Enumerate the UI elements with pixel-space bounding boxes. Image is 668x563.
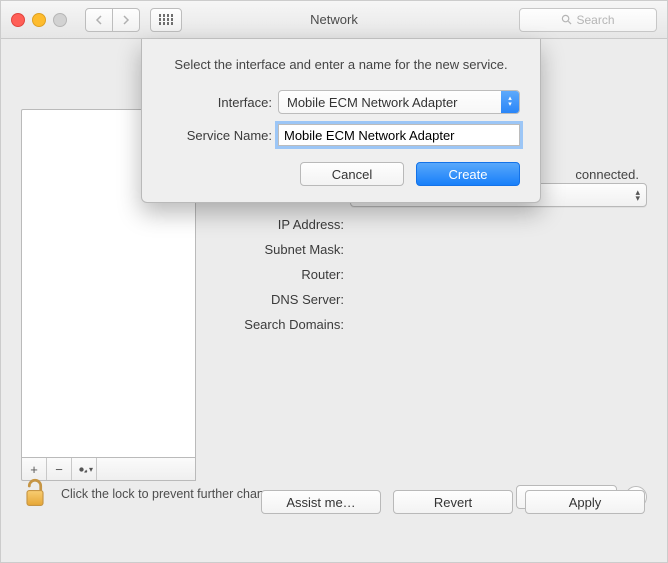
create-button[interactable]: Create (416, 162, 520, 186)
chevron-down-icon: ▾ (89, 465, 93, 474)
add-service-button[interactable]: + (22, 458, 47, 480)
search-icon (561, 14, 572, 25)
nav-buttons (85, 8, 140, 32)
chevron-right-icon (122, 15, 130, 25)
gear-icon (75, 463, 88, 476)
zoom-window-icon (53, 13, 67, 27)
interface-label: Interface: (162, 95, 278, 110)
remove-service-button[interactable]: − (47, 458, 72, 480)
grid-icon (159, 14, 174, 25)
titlebar: Network Search (1, 1, 667, 39)
router-label: Router: (214, 267, 350, 282)
new-service-sheet: Select the interface and enter a name fo… (141, 39, 541, 203)
subnet-mask-label: Subnet Mask: (214, 242, 350, 257)
forward-button[interactable] (113, 8, 140, 32)
lock-icon[interactable] (21, 478, 49, 510)
cancel-button[interactable]: Cancel (300, 162, 404, 186)
sheet-buttons: Cancel Create (162, 162, 520, 186)
window-action-buttons: Assist me… Revert Apply (261, 490, 645, 514)
lock-message: Click the lock to prevent further change… (61, 487, 288, 501)
search-placeholder: Search (576, 13, 614, 27)
router-row: Router: (214, 267, 647, 282)
dns-server-row: DNS Server: (214, 292, 647, 307)
ip-address-row: IP Address: (214, 217, 647, 232)
sheet-prompt: Select the interface and enter a name fo… (162, 57, 520, 72)
minimize-window-icon[interactable] (32, 13, 46, 27)
back-button[interactable] (85, 8, 113, 32)
interface-dropdown[interactable]: Mobile ECM Network Adapter ▴▾ (278, 90, 520, 114)
revert-button[interactable]: Revert (393, 490, 513, 514)
service-name-input[interactable] (278, 124, 520, 146)
search-domains-label: Search Domains: (214, 317, 350, 332)
service-actions-button[interactable]: ▾ (72, 458, 97, 480)
service-name-row: Service Name: (162, 124, 520, 146)
service-name-label: Service Name: (162, 128, 278, 143)
interface-row: Interface: Mobile ECM Network Adapter ▴▾ (162, 90, 520, 114)
subnet-mask-row: Subnet Mask: (214, 242, 647, 257)
assist-me-button[interactable]: Assist me… (261, 490, 381, 514)
search-input[interactable]: Search (519, 8, 657, 32)
chevron-left-icon (95, 15, 103, 25)
dns-server-label: DNS Server: (214, 292, 350, 307)
chevron-updown-icon: ▴▾ (501, 91, 519, 113)
show-all-button[interactable] (150, 8, 182, 32)
ip-address-label: IP Address: (214, 217, 350, 232)
lock-row: Click the lock to prevent further change… (21, 478, 288, 510)
chevron-updown-icon: ▴▾ (635, 189, 640, 201)
traffic-lights (11, 13, 67, 27)
apply-button[interactable]: Apply (525, 490, 645, 514)
search-domains-row: Search Domains: (214, 317, 647, 332)
close-window-icon[interactable] (11, 13, 25, 27)
interface-value: Mobile ECM Network Adapter (287, 95, 458, 110)
network-preferences-window: Network Search connected. + − ▾ (0, 0, 668, 563)
